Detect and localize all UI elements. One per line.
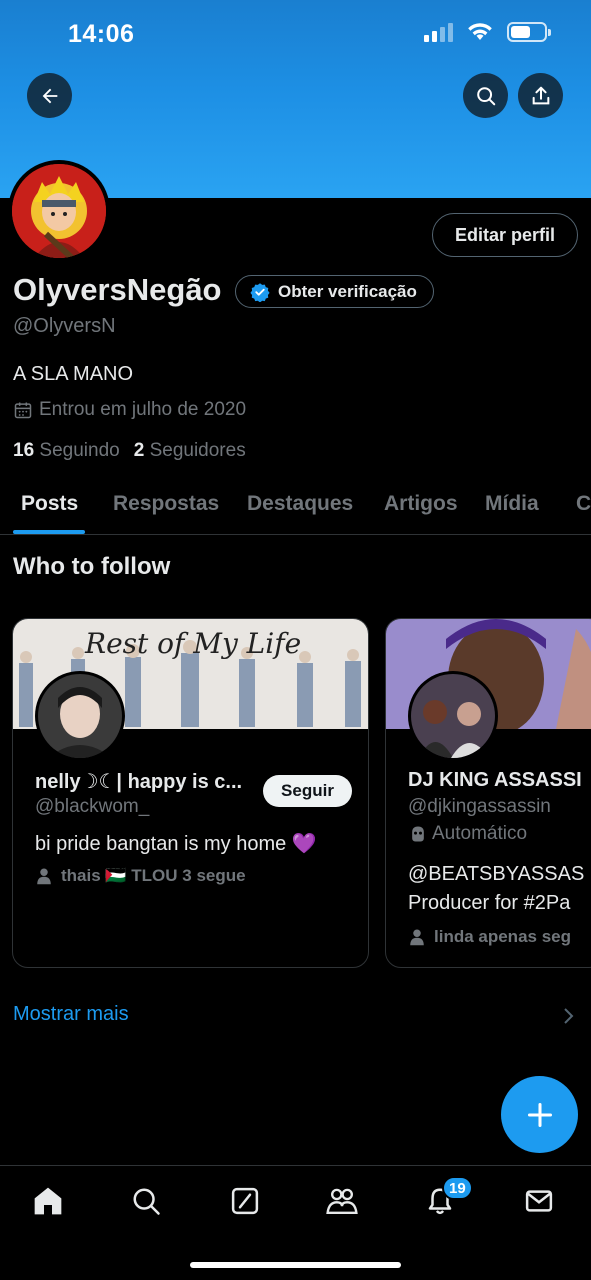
share-button[interactable] bbox=[518, 73, 563, 118]
nav-home[interactable] bbox=[31, 1184, 65, 1218]
tab-media[interactable]: Mídia bbox=[485, 492, 539, 516]
suggestion-name: DJ KING ASSASSI bbox=[408, 769, 582, 791]
followers-link[interactable]: 2 Seguidores bbox=[134, 440, 246, 462]
follow-button[interactable]: Seguir bbox=[263, 775, 352, 807]
show-more-link[interactable]: Mostrar mais bbox=[13, 1003, 129, 1026]
tab-articles[interactable]: Artigos bbox=[384, 492, 458, 516]
automated-text: Automático bbox=[432, 823, 528, 844]
suggestion-bio: bi pride bangtan is my home 💜 bbox=[35, 833, 317, 855]
profile-avatar[interactable] bbox=[8, 160, 110, 262]
active-tab-indicator bbox=[13, 530, 85, 534]
nav-search[interactable] bbox=[129, 1184, 163, 1218]
nav-grok[interactable] bbox=[228, 1184, 262, 1218]
nav-messages[interactable] bbox=[522, 1184, 556, 1218]
person-icon bbox=[37, 868, 51, 885]
chevron-right-icon[interactable] bbox=[560, 1006, 576, 1026]
followers-count: 2 bbox=[133, 440, 145, 461]
tab-replies[interactable]: Respostas bbox=[113, 492, 219, 516]
wifi-icon bbox=[468, 23, 492, 40]
get-verified-label: Obter verificação bbox=[278, 281, 417, 301]
bottom-nav: 19 bbox=[0, 1165, 591, 1280]
suggestion-handle: @blackwom_ bbox=[35, 796, 150, 817]
following-link[interactable]: 16 Seguindo bbox=[13, 440, 120, 462]
cellular-signal-icon bbox=[424, 22, 453, 42]
suggestion-card[interactable]: Rest of My Life nelly☽☾| happy is c... @… bbox=[12, 618, 369, 968]
grok-icon bbox=[231, 1187, 259, 1215]
person-icon bbox=[410, 929, 424, 946]
avatar-illustration bbox=[12, 164, 106, 258]
profile-bio: A SLA MANO bbox=[13, 363, 134, 385]
following-label: Seguindo bbox=[39, 440, 120, 461]
avatar-photo bbox=[38, 674, 122, 758]
profile-name: OlyversNegão bbox=[13, 272, 222, 307]
suggestion-handle: @djkingassassin bbox=[408, 796, 551, 817]
status-time: 14:06 bbox=[68, 20, 135, 48]
get-verified-button[interactable]: Obter verificação bbox=[235, 275, 434, 308]
suggestion-name: nelly☽☾| happy is c... bbox=[35, 771, 243, 793]
following-count: 16 bbox=[13, 440, 35, 461]
followed-by: thais 🇵🇸 TLOU 3 segue bbox=[35, 866, 246, 886]
battery-icon bbox=[507, 22, 551, 42]
home-icon bbox=[34, 1187, 62, 1215]
suggestion-avatar[interactable] bbox=[35, 671, 125, 761]
join-date-text: Entrou em julho de 2020 bbox=[39, 399, 247, 420]
nav-communities[interactable] bbox=[325, 1184, 359, 1218]
communities-icon bbox=[326, 1188, 358, 1214]
search-icon bbox=[133, 1188, 160, 1215]
edit-profile-button[interactable]: Editar perfil bbox=[432, 213, 578, 257]
avatar-photo bbox=[411, 674, 495, 758]
arrow-left-icon bbox=[42, 88, 57, 103]
share-icon bbox=[532, 86, 549, 104]
notifications-badge: 19 bbox=[442, 1176, 473, 1200]
followed-by-text: linda apenas seg bbox=[434, 927, 571, 946]
search-button[interactable] bbox=[463, 73, 508, 118]
profile-handle: @OlyversN bbox=[13, 315, 116, 337]
mail-icon bbox=[525, 1190, 553, 1212]
verified-badge-icon bbox=[250, 282, 270, 302]
suggestion-bio: Producer for #2Pa bbox=[408, 892, 571, 914]
profile-tabs: Posts Respostas Destaques Artigos Mídia … bbox=[0, 478, 591, 535]
automated-label: Automático bbox=[408, 823, 527, 845]
plus-icon bbox=[527, 1102, 552, 1127]
calendar-icon bbox=[14, 402, 32, 419]
followed-by: linda apenas seg bbox=[408, 927, 571, 947]
bot-icon bbox=[412, 826, 424, 842]
search-icon bbox=[476, 86, 495, 105]
suggestion-card[interactable]: DJ KING ASSASSI @djkingassassin Automáti… bbox=[385, 618, 591, 968]
followers-label: Seguidores bbox=[149, 440, 246, 461]
compose-button[interactable] bbox=[501, 1076, 578, 1153]
tab-more[interactable]: C bbox=[576, 492, 591, 516]
join-date: Entrou em julho de 2020 bbox=[13, 399, 246, 421]
home-indicator bbox=[190, 1262, 401, 1268]
follow-stats: 16 Seguindo 2 Seguidores bbox=[13, 440, 246, 462]
who-to-follow-title: Who to follow bbox=[13, 553, 171, 580]
status-icons bbox=[424, 22, 551, 42]
followed-by-text: thais 🇵🇸 TLOU 3 segue bbox=[61, 866, 246, 885]
suggestion-bio: @BEATSBYASSAS bbox=[408, 863, 585, 885]
tab-highlights[interactable]: Destaques bbox=[247, 492, 353, 516]
banner-caption: Rest of My Life bbox=[84, 627, 301, 660]
suggestion-avatar[interactable] bbox=[408, 671, 498, 761]
tab-posts[interactable]: Posts bbox=[21, 492, 78, 516]
back-button[interactable] bbox=[27, 73, 72, 118]
